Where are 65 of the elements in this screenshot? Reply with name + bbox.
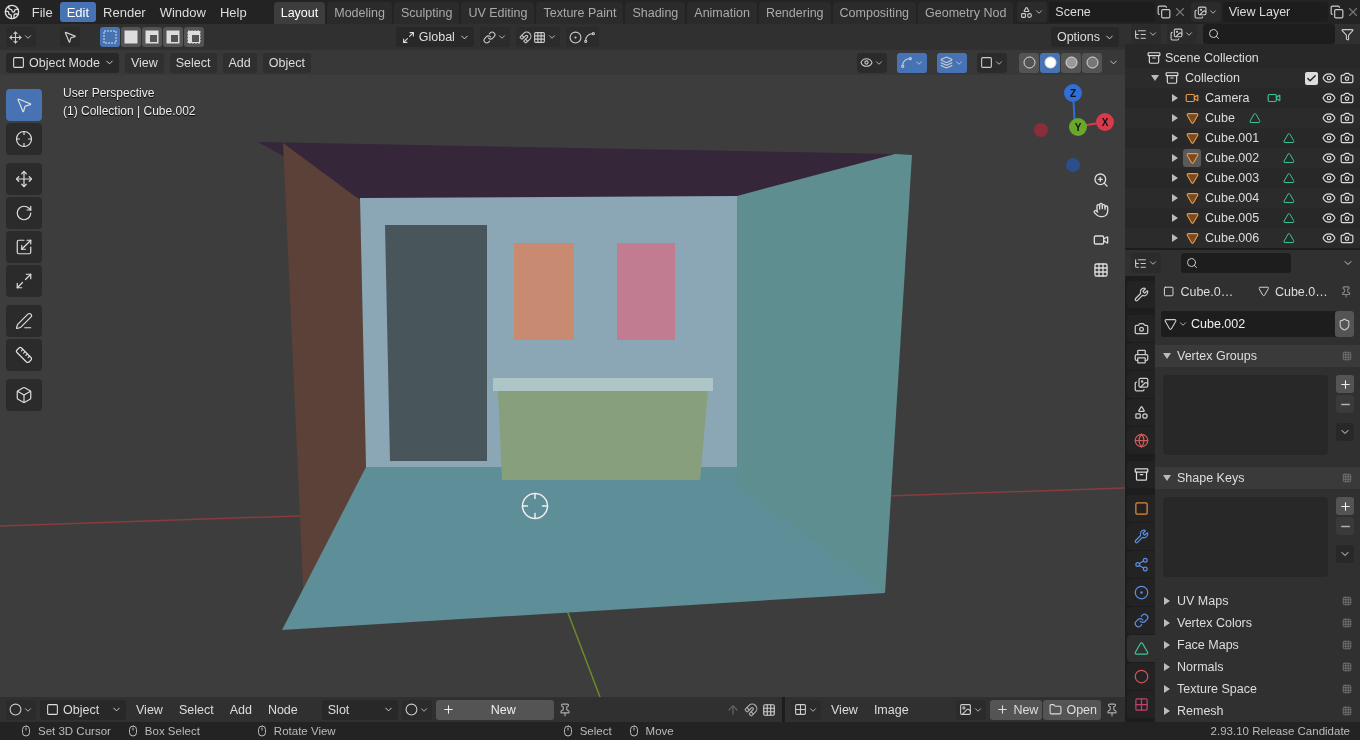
panel-header[interactable]: Vertex Groups bbox=[1155, 345, 1360, 368]
workspace-tab[interactable]: Layout bbox=[273, 2, 326, 24]
header-menu[interactable]: View bbox=[130, 699, 169, 720]
new-button[interactable]: New bbox=[990, 699, 1043, 720]
scene-field[interactable]: Scene bbox=[1049, 2, 1155, 22]
menu-item[interactable]: Render bbox=[96, 2, 153, 22]
status-hint: Select bbox=[579, 725, 612, 737]
workspace-tab[interactable]: Compositing bbox=[832, 2, 917, 24]
panel-header[interactable]: Shape Keys bbox=[1155, 467, 1360, 490]
panel-title: Shape Keys bbox=[1177, 471, 1246, 486]
mode-dropdown[interactable]: Object Mode bbox=[6, 52, 119, 73]
header-menu[interactable]: View bbox=[124, 52, 164, 73]
breadcrumb: Cube.0… bbox=[1180, 284, 1234, 299]
header-menu[interactable]: View bbox=[825, 699, 864, 720]
workspace-tab[interactable]: Texture Paint bbox=[536, 2, 624, 24]
status-hint: Box Select bbox=[144, 725, 200, 737]
tree-item[interactable]: Cube.001 bbox=[1205, 131, 1260, 145]
workspace-tab[interactable]: Geometry Nod bbox=[918, 2, 1014, 24]
panel-title: Vertex Groups bbox=[1177, 349, 1258, 364]
tree-item[interactable]: Cube.003 bbox=[1205, 171, 1260, 185]
header-menu[interactable]: Add bbox=[223, 699, 258, 720]
header-menu[interactable]: Select bbox=[172, 699, 220, 720]
workspace-tab[interactable]: Animation bbox=[687, 2, 757, 24]
menu-item[interactable]: Window bbox=[152, 2, 213, 22]
panel-title: Remesh bbox=[1177, 704, 1225, 718]
new-button[interactable]: New bbox=[435, 699, 554, 720]
workspace-tab[interactable]: Sculpting bbox=[393, 2, 460, 24]
header-menu[interactable]: Node bbox=[261, 699, 304, 720]
open-button[interactable]: Open bbox=[1043, 699, 1101, 720]
panel-title: UV Maps bbox=[1177, 593, 1230, 608]
view-layer-field[interactable]: View Layer bbox=[1222, 2, 1328, 22]
workspace-tab[interactable]: Shading bbox=[625, 2, 686, 24]
tree-item[interactable]: Camera bbox=[1205, 91, 1250, 105]
panel-title: Texture Space bbox=[1177, 681, 1258, 696]
status-hint: Set 3D Cursor bbox=[38, 725, 111, 737]
tree-item[interactable]: Collection bbox=[1185, 71, 1240, 85]
tree-item[interactable]: Cube.006 bbox=[1205, 231, 1260, 245]
active-object-info: (1) Collection | Cube.002 bbox=[63, 103, 196, 120]
view-name: User Perspective bbox=[63, 85, 156, 102]
breadcrumb: Cube.0… bbox=[1274, 284, 1328, 299]
tree-item[interactable]: Scene Collection bbox=[1165, 51, 1259, 65]
tree-item[interactable]: Cube.002 bbox=[1205, 151, 1260, 165]
version-label: 2.93.10 Release Candidate bbox=[1210, 725, 1350, 737]
menu-item[interactable]: Help bbox=[212, 2, 254, 22]
header-menu[interactable]: Add bbox=[222, 52, 257, 73]
panel-title: Normals bbox=[1177, 659, 1225, 674]
panel-title: Face Maps bbox=[1177, 637, 1240, 652]
workspace-tab[interactable]: UV Editing bbox=[461, 2, 535, 24]
header-menu[interactable]: Image bbox=[867, 699, 915, 720]
tree-item[interactable]: Cube bbox=[1205, 111, 1235, 125]
options-dropdown[interactable]: Options bbox=[1050, 27, 1119, 47]
tree-item[interactable]: Cube.005 bbox=[1205, 211, 1260, 225]
orientation-dropdown[interactable]: Global bbox=[395, 27, 474, 47]
tree-item[interactable]: Cube.004 bbox=[1205, 191, 1260, 205]
header-menu[interactable]: Select bbox=[169, 52, 217, 73]
workspace-tab[interactable]: Rendering bbox=[758, 2, 831, 24]
header-menu[interactable]: Object bbox=[262, 52, 311, 73]
menu-item[interactable]: File bbox=[24, 2, 60, 22]
object-dropdown[interactable]: Object bbox=[40, 699, 126, 720]
workspace-tab[interactable]: Modeling bbox=[327, 2, 392, 24]
menu-item[interactable]: Edit bbox=[59, 2, 97, 22]
slot-dropdown[interactable]: Slot bbox=[321, 699, 398, 720]
panel-title: Vertex Colors bbox=[1177, 615, 1254, 630]
status-hint: Move bbox=[645, 725, 674, 737]
status-hint: Rotate View bbox=[273, 725, 336, 737]
